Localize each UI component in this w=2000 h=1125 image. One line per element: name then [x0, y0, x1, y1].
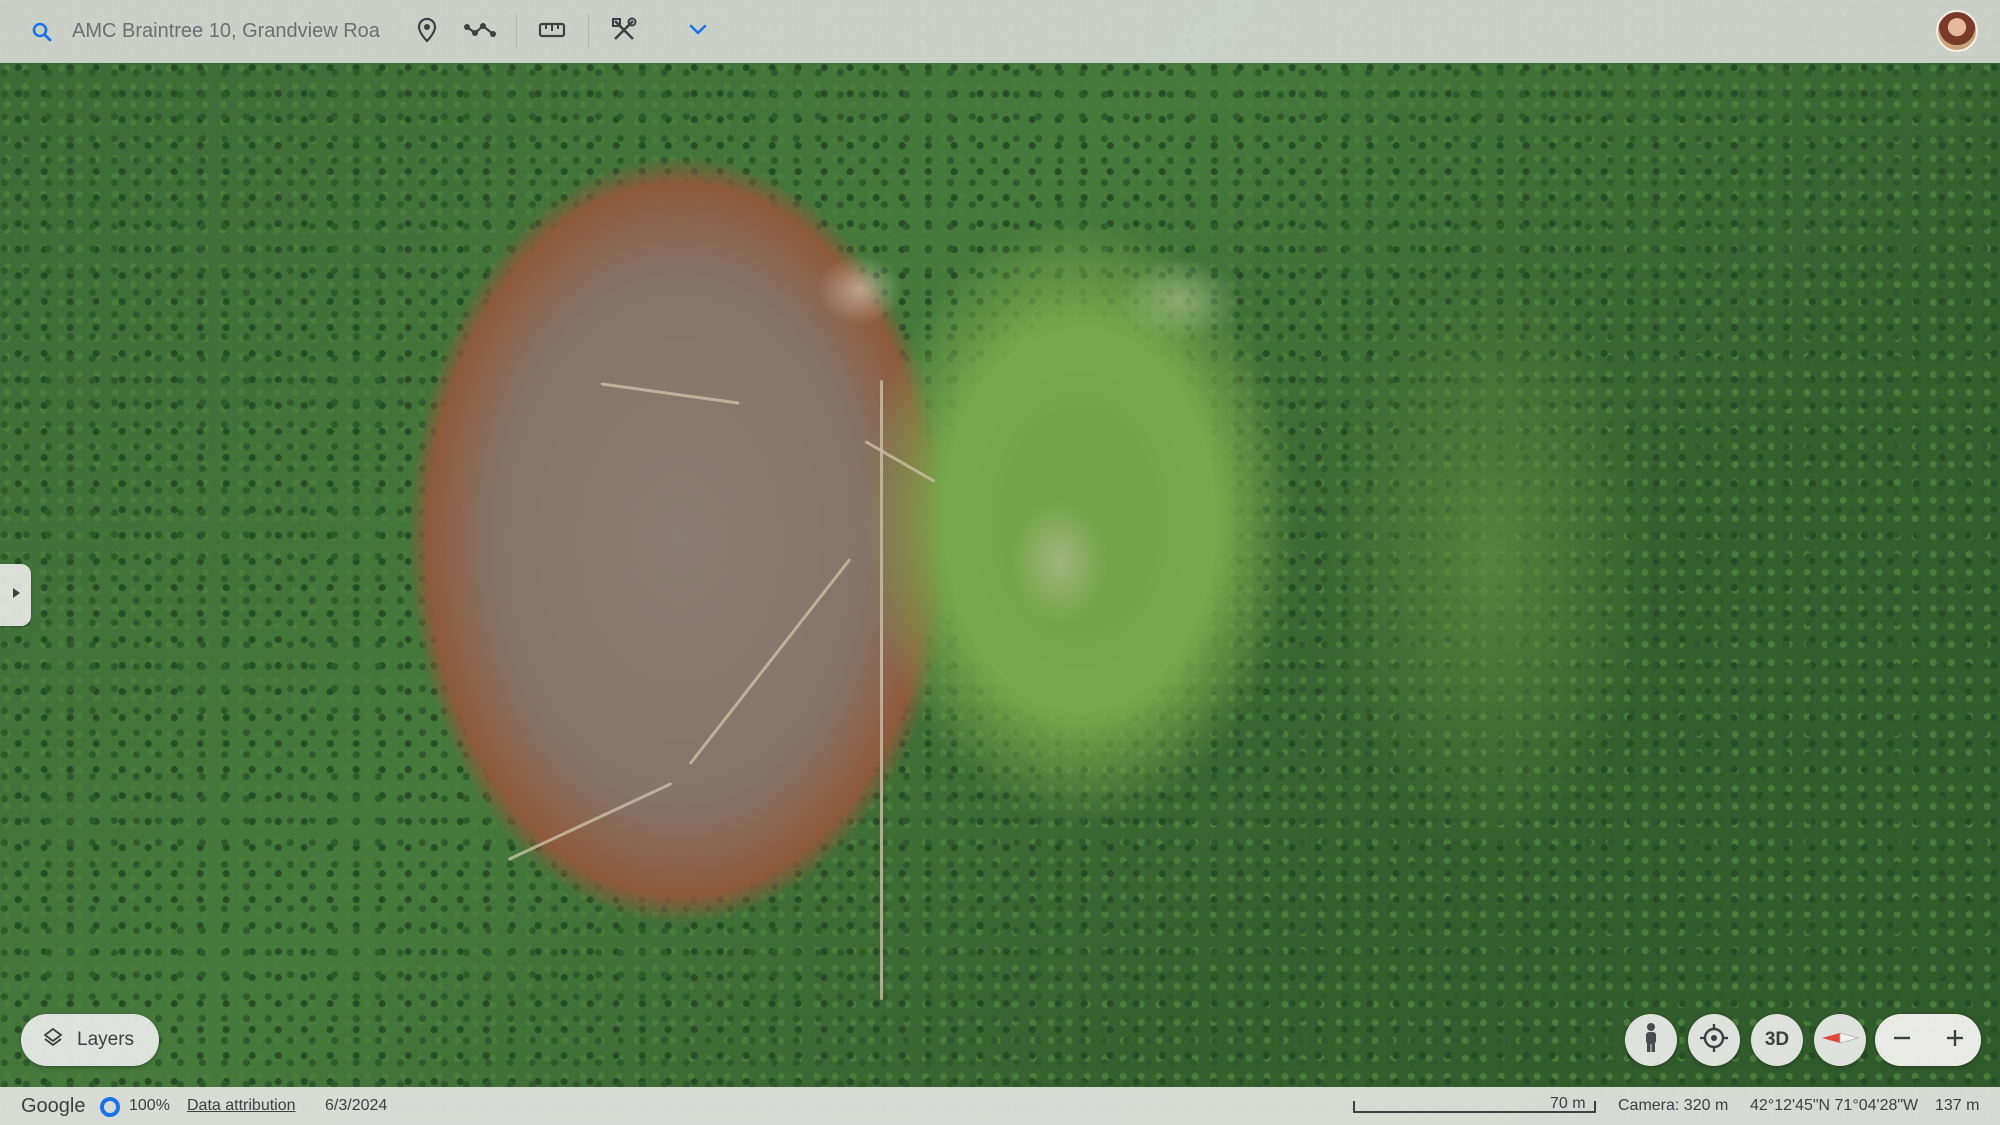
camera-altitude: Camera: 320 m — [1618, 1097, 1729, 1114]
layers-button[interactable]: Layers — [21, 1014, 159, 1066]
add-path-button[interactable] — [460, 12, 500, 52]
path-icon — [463, 19, 497, 46]
layers-label: Layers — [77, 1029, 135, 1050]
layers-icon — [43, 1027, 63, 1053]
compass-button[interactable] — [1814, 1014, 1866, 1066]
trail-segment — [507, 782, 673, 861]
elevation: 137 m — [1935, 1097, 1980, 1114]
toggle-3d-button[interactable]: 3D — [1751, 1014, 1803, 1066]
zoom-out-button[interactable] — [1882, 1020, 1922, 1060]
search-icon[interactable] — [30, 20, 54, 44]
top-toolbar — [0, 0, 2000, 63]
toolbar-divider — [516, 14, 517, 48]
crosshair-icon — [1699, 1023, 1729, 1058]
scale-label: 70 m — [1550, 1095, 1586, 1112]
my-location-button[interactable] — [1688, 1014, 1740, 1066]
loading-status-icon — [100, 1097, 120, 1117]
search-input[interactable] — [72, 16, 392, 46]
toolbar-divider — [588, 14, 589, 48]
data-attribution-link[interactable]: Data attribution — [187, 1097, 296, 1115]
pegman-button[interactable] — [1625, 1014, 1677, 1066]
zoom-controls — [1875, 1014, 1981, 1066]
trail-segment — [880, 380, 883, 1000]
zoom-in-button[interactable] — [1935, 1020, 1975, 1060]
more-tools-button[interactable] — [678, 12, 718, 52]
place-pin-icon — [416, 17, 438, 48]
side-panel-toggle[interactable] — [0, 564, 31, 626]
add-placemark-button[interactable] — [407, 12, 447, 52]
ruler-icon — [538, 21, 566, 44]
trail-segment — [688, 558, 852, 765]
pegman-icon — [1641, 1022, 1661, 1059]
loading-progress: 100% — [129, 1097, 170, 1114]
chevron-right-icon — [11, 586, 21, 605]
avatar[interactable] — [1936, 10, 1978, 52]
coordinates: 42°12'45"N 71°04'28"W — [1750, 1097, 1919, 1114]
tools-icon — [610, 16, 638, 49]
satellite-map[interactable] — [0, 0, 2000, 1125]
imagery-date: 6/3/2024 — [325, 1097, 388, 1114]
status-bar: Google 100% Data attribution 6/3/2024 70… — [0, 1087, 2000, 1125]
tools-button[interactable] — [604, 12, 644, 52]
trail-segment — [600, 382, 740, 405]
minus-icon — [1892, 1028, 1912, 1053]
measure-button[interactable] — [532, 12, 572, 52]
chevron-down-icon — [688, 23, 708, 42]
google-logo: Google — [21, 1095, 86, 1117]
trail-segment — [864, 440, 936, 483]
compass-icon — [1820, 1028, 1860, 1053]
toggle-3d-label: 3D — [1764, 1029, 1790, 1050]
plus-icon — [1945, 1028, 1965, 1053]
